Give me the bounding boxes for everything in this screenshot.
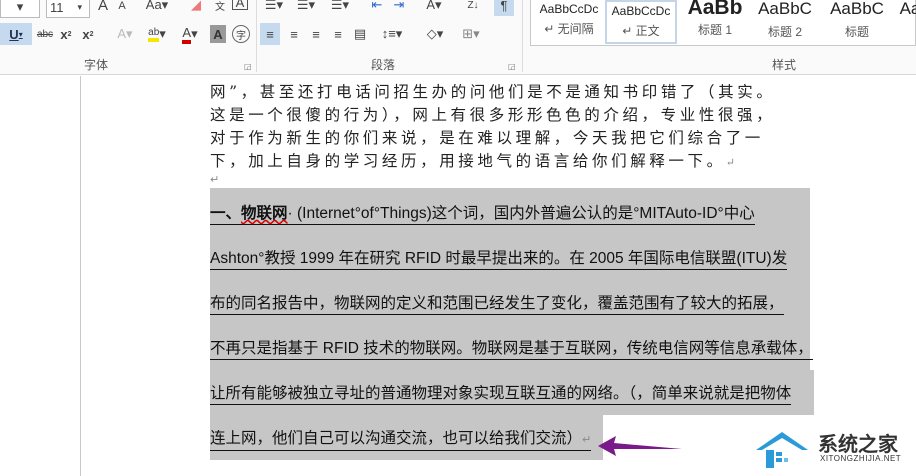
selected-line: 不再只是指基于 RFID 技术的物联网。物联网是基于互联网，传统电信网等信息承载… bbox=[210, 339, 813, 360]
paragraph-mark: ↵ bbox=[725, 156, 739, 169]
sort-icon[interactable]: Z↓ bbox=[464, 0, 482, 16]
selected-line: 布的同名报告中，物联网的定义和范围已经发生了变化，覆盖范围有了较大的拓展， bbox=[210, 294, 784, 315]
style-preview: AaBbCcDc bbox=[539, 2, 599, 16]
font-size-value: 11 bbox=[50, 0, 64, 15]
strikethrough-button[interactable]: abc bbox=[35, 23, 55, 45]
selected-line: Ashton°教授 1999 年在研究 RFID 时最早提出来的。在 2005 … bbox=[210, 249, 788, 270]
enclose-char-icon[interactable]: 字 bbox=[232, 25, 250, 43]
body-line: 这是一个很傻的行为），网上有很多形形色色的介绍，专业性很强， bbox=[210, 106, 776, 124]
superscript-button[interactable]: x2 bbox=[80, 23, 96, 45]
style-no-spacing[interactable]: AaBbCcDc ↵ 无间隔 bbox=[533, 0, 605, 44]
selected-line: 让所有能够被独立寻址的普通物理对象实现互联互通的网络。（，简单来说就是把物体 bbox=[210, 384, 792, 405]
ribbon: ▾ 11 ▾ A A Aa▾ ◢ 文 A U ▾ abc x2 x2 A▾ ab ▾… bbox=[0, 0, 916, 75]
clear-format-icon[interactable]: ◢ bbox=[186, 0, 206, 16]
style-normal[interactable]: AaBbCcDc ↵ 正文 bbox=[605, 0, 677, 44]
style-preview: AaBbC bbox=[758, 0, 812, 18]
style-preview: AaBbCcDc bbox=[611, 4, 671, 18]
paragraph-mark: ↵ bbox=[210, 174, 220, 186]
arrow-annotation-icon bbox=[598, 436, 682, 456]
text-effects-icon[interactable]: A▾ bbox=[112, 23, 138, 45]
style-name: 标题 bbox=[844, 25, 869, 39]
justify-button[interactable]: ≡ bbox=[328, 23, 348, 45]
char-border-icon[interactable]: A bbox=[232, 0, 248, 10]
house-logo-icon bbox=[756, 432, 808, 468]
font-group-label: 字体 bbox=[84, 58, 109, 72]
align-center-button[interactable]: ≡ bbox=[284, 23, 304, 45]
body-line: 对于作为新生的你们来说，是在难以理解，今天我把它们综合了一 bbox=[210, 129, 764, 147]
chinese-layout-icon[interactable]: Ã▾ bbox=[422, 0, 446, 16]
subscript-button[interactable]: x2 bbox=[58, 23, 74, 45]
style-preview: AaBbC bbox=[830, 0, 884, 18]
grow-font-icon[interactable]: A bbox=[95, 0, 111, 16]
divider bbox=[522, 0, 523, 72]
line-spacing-icon[interactable]: ↕≡▾ bbox=[378, 23, 406, 45]
page-edge bbox=[80, 76, 81, 476]
align-right-button[interactable]: ≡ bbox=[306, 23, 326, 45]
underline-button[interactable]: U ▾ bbox=[0, 23, 32, 45]
paragraph-dialog-launcher-icon[interactable]: ◲ bbox=[508, 62, 516, 71]
paragraph-group-label: 段落 bbox=[371, 58, 396, 72]
phonetic-guide-icon[interactable]: 文 bbox=[210, 0, 230, 16]
line-text: 连上网，他们自己可以沟通交流，也可以给我们交流） bbox=[210, 430, 583, 447]
document-area[interactable]: 网”，甚至还打电话问招生办的问他们是不是通知书印错了（其实。 这是一个很傻的行为… bbox=[0, 76, 916, 476]
shading-icon[interactable]: ◇▾ bbox=[420, 23, 450, 45]
show-marks-icon[interactable]: ¶ bbox=[494, 0, 514, 16]
body-line: 网”，甚至还打电话问招生办的问他们是不是通知书印错了（其实。 bbox=[210, 83, 776, 101]
divider bbox=[256, 0, 257, 72]
font-dialog-launcher-icon[interactable]: ◲ bbox=[244, 62, 252, 71]
style-subtitle[interactable]: Aa bbox=[895, 0, 916, 44]
style-name: 标题 2 bbox=[767, 25, 802, 39]
change-case-icon[interactable]: Aa▾ bbox=[142, 0, 172, 16]
shrink-font-icon[interactable]: A bbox=[115, 0, 129, 17]
paragraph-mark: ↵ bbox=[582, 434, 592, 446]
increase-indent-icon[interactable]: ⇥ bbox=[390, 0, 408, 16]
styles-group-label: 样式 bbox=[772, 58, 797, 72]
body-line-text: 下，加上自身的学习经历，用接地气的语言给你们解释一下。 bbox=[210, 152, 726, 170]
style-preview: Aa bbox=[899, 0, 916, 18]
selected-line: 一、物联网· (Internet°of°Things)这个词，国内外普遍公认的是… bbox=[210, 204, 755, 225]
line-text: · (Internet°of°Things)这个词，国内外普遍公认的是°MITA… bbox=[287, 205, 755, 222]
heading-prefix: 一、 bbox=[210, 205, 242, 222]
watermark-title: 系统之家 bbox=[818, 434, 898, 456]
char-shading-icon[interactable]: A bbox=[210, 25, 226, 43]
body-line: 下，加上自身的学习经历，用接地气的语言给你们解释一下。↵ bbox=[210, 149, 739, 171]
multilevel-list-icon[interactable]: ☰▾ bbox=[328, 0, 352, 16]
styles-gallery: AaBbCcDc ↵ 无间隔 AaBbCcDc ↵ 正文 AaBb 标题 1 AaBb… bbox=[530, 0, 916, 46]
borders-icon[interactable]: ⊞▾ bbox=[456, 23, 486, 45]
font-color-button[interactable]: A ▾ bbox=[176, 23, 204, 45]
font-name-dropdown[interactable]: ▾ bbox=[0, 0, 40, 18]
style-heading-1[interactable]: AaBb 标题 1 bbox=[679, 0, 751, 44]
numbering-icon[interactable]: ☰▾ bbox=[294, 0, 318, 16]
align-left-button[interactable]: ≡ bbox=[260, 23, 280, 45]
highlight-color-button[interactable]: ab ▾ bbox=[143, 23, 171, 45]
style-name: 标题 1 bbox=[697, 23, 732, 37]
watermark-url: XITONGZHIJIA.NET bbox=[820, 454, 902, 463]
style-name: ↵ 无间隔 bbox=[544, 22, 594, 36]
style-name: ↵ 正文 bbox=[622, 24, 660, 38]
font-size-dropdown[interactable]: 11 ▾ bbox=[46, 0, 90, 18]
bullets-icon[interactable]: ☰▾ bbox=[262, 0, 286, 16]
decrease-indent-icon[interactable]: ⇤ bbox=[368, 0, 386, 16]
heading-term: 物联网 bbox=[241, 205, 288, 222]
style-heading-2[interactable]: AaBbC 标题 2 bbox=[749, 0, 821, 44]
style-preview: AaBb bbox=[687, 0, 743, 19]
selected-line: 连上网，他们自己可以沟通交流，也可以给我们交流）↵ bbox=[210, 429, 592, 451]
distributed-button[interactable]: ▤ bbox=[350, 23, 370, 45]
style-title[interactable]: AaBbC 标题 bbox=[821, 0, 893, 44]
